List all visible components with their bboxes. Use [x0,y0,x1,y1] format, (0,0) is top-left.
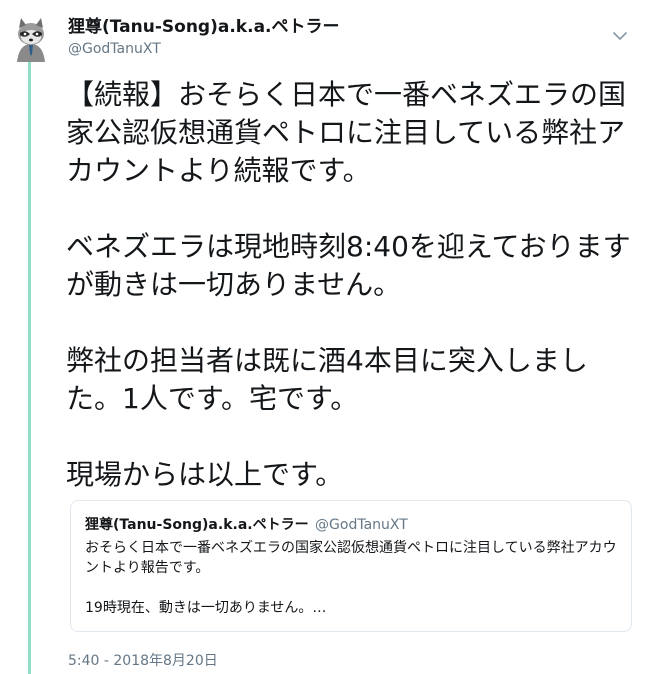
author-display-name[interactable]: 狸尊(Tanu-Song)a.k.a.ペトラー [68,12,340,37]
tweet-paragraph: 現場からは以上です。 [66,458,344,491]
quoted-author-name: 狸尊(Tanu-Song)a.k.a.ペトラー [85,517,309,533]
tweet-paragraph: 弊社の担当者は既に酒4本目に突入しました。1人です。宅です。 [66,344,588,415]
avatar[interactable] [11,14,51,62]
tweet-paragraph: 【続報】おそらく日本で一番ベネズエラの国家公認仮想通貨ペトロに注目している弊社ア… [66,78,627,187]
tweet-paragraph: ベネズエラは現地時刻8:40を迎えておりますが動きは一切ありません。 [66,230,631,301]
chevron-down-icon [613,32,627,40]
raccoon-avatar-icon [11,14,51,62]
quoted-tweet-text: おそらく日本で一番ベネズエラの国家公認仮想通貨ペトロに注目している弊社アカウント… [85,540,617,616]
author-handle[interactable]: @GodTanuXT [68,41,161,57]
tweet-menu-button[interactable] [608,24,632,48]
quoted-tweet-header: 狸尊(Tanu-Song)a.k.a.ペトラー @GodTanuXT [85,514,617,534]
tweet-text: 【続報】おそらく日本で一番ベネズエラの国家公認仮想通貨ペトロに注目している弊社ア… [66,76,638,494]
thread-line [28,60,31,674]
quoted-tweet-card[interactable]: 狸尊(Tanu-Song)a.k.a.ペトラー @GodTanuXT おそらく日… [70,500,632,632]
tweet-timestamp[interactable]: 5:40 - 2018年8月20日 [68,650,218,670]
quoted-author-handle: @GodTanuXT [315,517,408,533]
